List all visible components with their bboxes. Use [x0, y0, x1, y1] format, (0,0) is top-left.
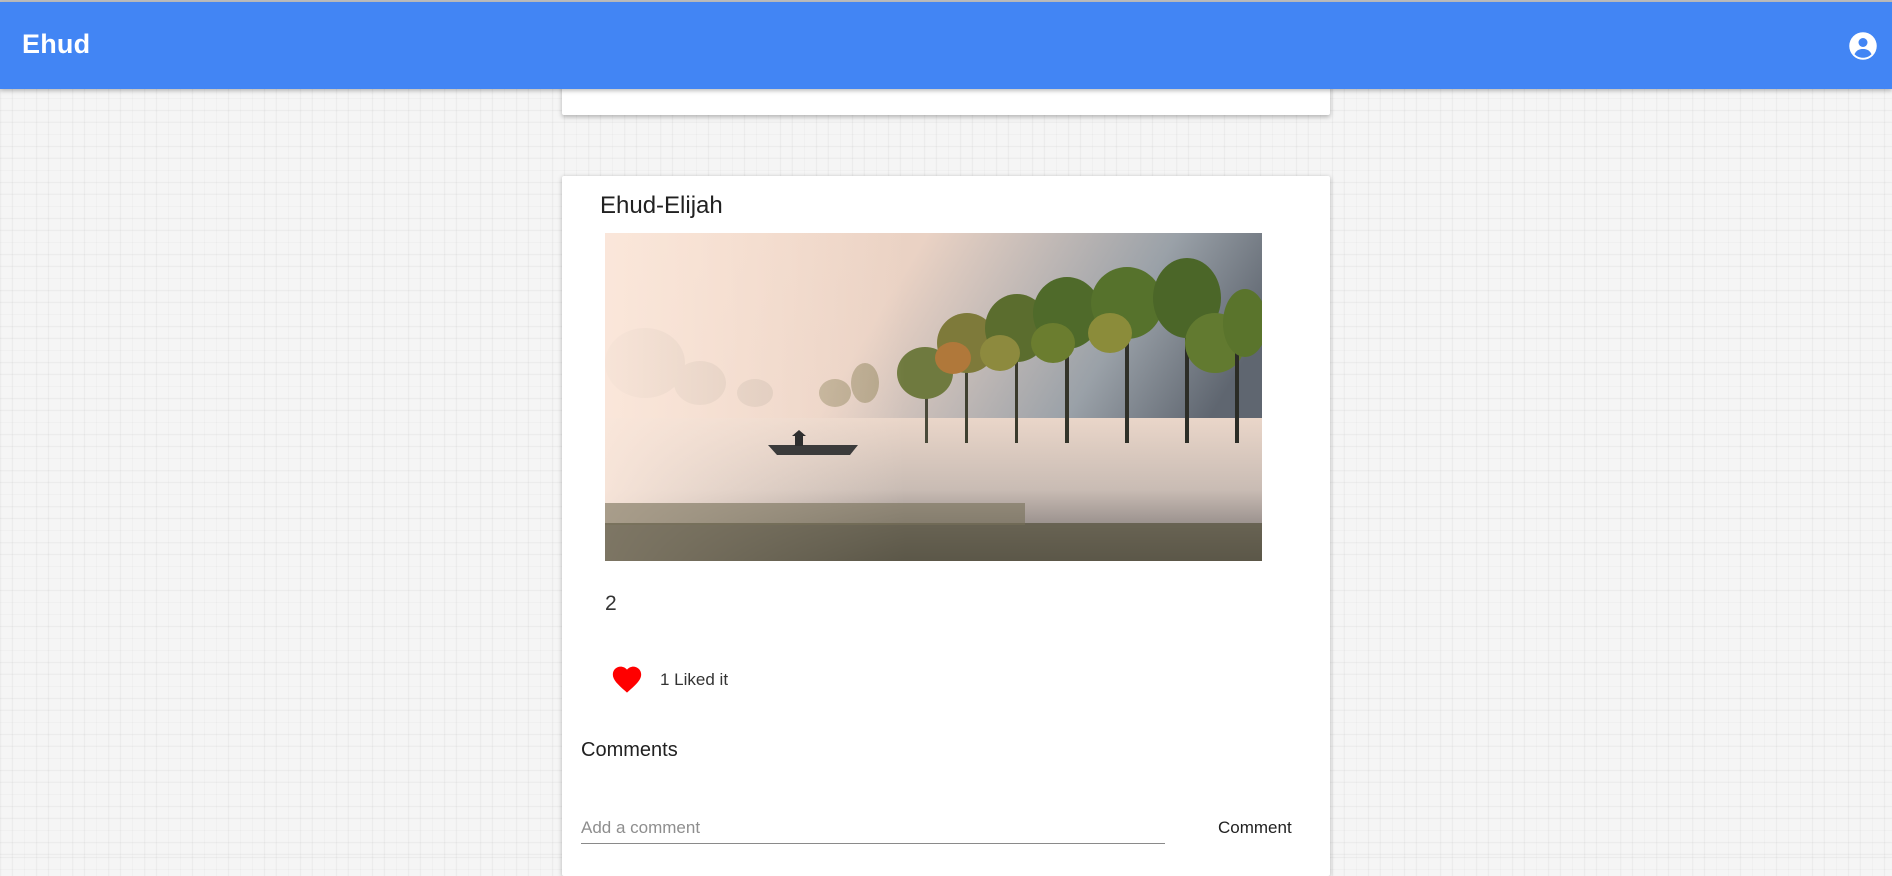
post-author[interactable]: Ehud-Elijah — [600, 192, 723, 220]
heart-icon — [612, 666, 642, 693]
post-card: Ehud-Elijah 2 1 Liked it Comments Add a … — [562, 176, 1330, 876]
post-caption: 2 — [605, 592, 617, 615]
account-circle-icon — [1849, 32, 1877, 60]
like-button[interactable] — [610, 662, 644, 694]
comments-heading: Comments — [581, 739, 678, 761]
account-button[interactable] — [1848, 31, 1878, 61]
misty-lake-boat-photo — [605, 233, 1262, 561]
app-bar: Ehud — [0, 2, 1892, 89]
comment-input[interactable] — [581, 813, 1165, 844]
post-image[interactable] — [605, 233, 1262, 561]
comment-submit-button[interactable]: Comment — [1208, 814, 1302, 842]
app-title[interactable]: Ehud — [22, 29, 90, 60]
like-count: 1 Liked it — [660, 670, 729, 689]
